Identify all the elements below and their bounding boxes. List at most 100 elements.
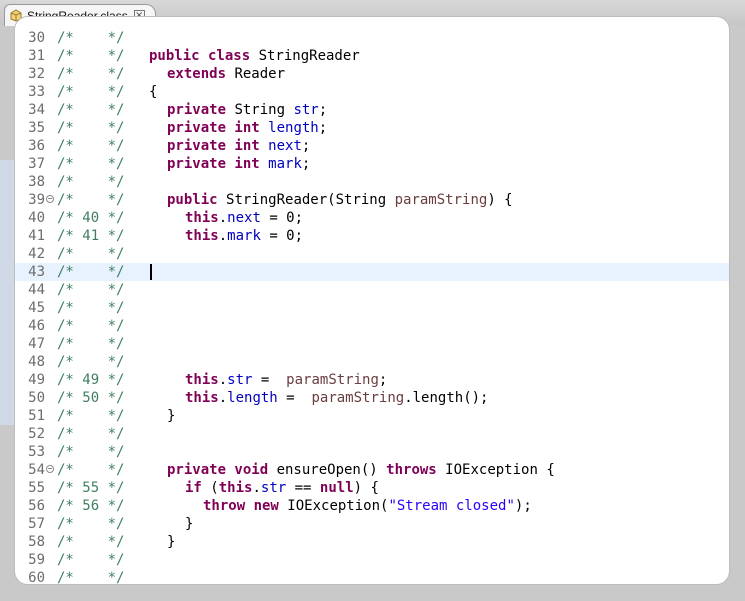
line-comment-marker: /* */ — [57, 300, 125, 316]
line-comment-marker: /* */ — [57, 174, 125, 190]
line-number: 31 — [28, 48, 45, 64]
line-comment-marker: /* */ — [57, 264, 125, 280]
code-line-46[interactable]: 46 /* */ — [15, 317, 729, 335]
line-number: 43 — [28, 264, 45, 280]
code-text: private int next; — [167, 138, 311, 154]
line-number: 53 — [28, 444, 45, 460]
line-comment-marker: /* */ — [57, 462, 125, 478]
line-comment-marker: /* */ — [57, 336, 125, 352]
line-comment-marker: /* */ — [57, 30, 125, 46]
code-text: this.str = paramString; — [185, 372, 388, 388]
code-line-40[interactable]: 40 /* 40 */ this.next = 0; — [15, 209, 729, 227]
code-line-39[interactable]: 39−/* */ public StringReader(String param… — [15, 191, 729, 209]
code-line-52[interactable]: 52 /* */ — [15, 425, 729, 443]
code-line-60[interactable]: 60 /* */ — [15, 569, 729, 585]
line-comment-marker: /* 49 */ — [57, 372, 125, 388]
code-line-47[interactable]: 47 /* */ — [15, 335, 729, 353]
code-text: } — [167, 408, 176, 424]
line-number: 60 — [28, 570, 45, 585]
code-line-30[interactable]: 30 /* */ — [15, 29, 729, 47]
code-line-32[interactable]: 32 /* */ extends Reader — [15, 65, 729, 83]
code-text: private void ensureOpen() throws IOExcep… — [167, 462, 555, 478]
line-number: 59 — [28, 552, 45, 568]
code-text: extends Reader — [167, 66, 286, 82]
line-number: 51 — [28, 408, 45, 424]
line-comment-marker: /* 55 */ — [57, 480, 125, 496]
code-line-38[interactable]: 38 /* */ — [15, 173, 729, 191]
line-number: 35 — [28, 120, 45, 136]
line-number: 42 — [28, 246, 45, 262]
fold-toggle-icon[interactable]: − — [46, 195, 54, 203]
code-line-57[interactable]: 57 /* */} — [15, 515, 729, 533]
code-line-55[interactable]: 55 /* 55 */ if (this.str == null) { — [15, 479, 729, 497]
code-text: throw new IOException("Stream closed"); — [203, 498, 532, 514]
code-text: private int length; — [167, 120, 328, 136]
code-line-37[interactable]: 37 /* */ private int mark; — [15, 155, 729, 173]
code-text: { — [149, 84, 158, 100]
line-number: 52 — [28, 426, 45, 442]
line-comment-marker: /* */ — [57, 408, 125, 424]
code-line-34[interactable]: 34 /* */ private String str; — [15, 101, 729, 119]
code-line-43[interactable]: 43 /* */ — [15, 263, 729, 281]
fold-toggle-icon[interactable]: − — [46, 465, 54, 473]
code-line-50[interactable]: 50 /* 50 */ this.length = paramString.leng… — [15, 389, 729, 407]
code-line-49[interactable]: 49 /* 49 */ this.str = paramString; — [15, 371, 729, 389]
code-text: private int mark; — [167, 156, 311, 172]
line-number: 45 — [28, 300, 45, 316]
line-number: 41 — [28, 228, 45, 244]
code-text: this.mark = 0; — [185, 228, 304, 244]
code-editor[interactable]: 30/* */31/* */public class StringReader 3… — [14, 16, 730, 585]
line-number: 55 — [28, 480, 45, 496]
code-text: this.length = paramString.length(); — [185, 390, 489, 406]
line-number: 30 — [28, 30, 45, 46]
line-number: 54 — [28, 462, 45, 478]
line-comment-marker: /* 50 */ — [57, 390, 125, 406]
code-line-58[interactable]: 58 /* */} — [15, 533, 729, 551]
line-number: 36 — [28, 138, 45, 154]
code-line-48[interactable]: 48 /* */ — [15, 353, 729, 371]
line-comment-marker: /* */ — [57, 192, 125, 208]
line-comment-marker: /* */ — [57, 156, 125, 172]
code-line-33[interactable]: 33 /* */ { — [15, 83, 729, 101]
editor-lines: 30/* */31/* */public class StringReader 3… — [15, 29, 729, 585]
line-comment-marker: /* */ — [57, 318, 125, 334]
code-line-59[interactable]: 59 /* */ — [15, 551, 729, 569]
line-comment-marker: /* 56 */ — [57, 498, 125, 514]
line-comment-marker: /* */ — [57, 534, 125, 550]
code-line-31[interactable]: 31 /* */ public class StringReader — [15, 47, 729, 65]
line-comment-marker: /* */ — [57, 48, 125, 64]
code-line-45[interactable]: 45 /* */ — [15, 299, 729, 317]
line-comment-marker: /* 40 */ — [57, 210, 125, 226]
line-number: 49 — [28, 372, 45, 388]
code-line-54[interactable]: 54−/* */ private void ensureOpen() throws… — [15, 461, 729, 479]
line-comment-marker: /* */ — [57, 246, 125, 262]
code-line-56[interactable]: 56 /* 56 */ throw new IOException("Stream … — [15, 497, 729, 515]
code-line-44[interactable]: 44 /* */ — [15, 281, 729, 299]
line-comment-marker: /* */ — [57, 66, 125, 82]
code-line-36[interactable]: 36 /* */ private int next; — [15, 137, 729, 155]
line-number: 33 — [28, 84, 45, 100]
line-number: 47 — [28, 336, 45, 352]
line-number: 56 — [28, 498, 45, 514]
code-text: public StringReader(String paramString) … — [167, 192, 513, 208]
line-comment-marker: /* */ — [57, 444, 125, 460]
code-text: } — [185, 516, 194, 532]
line-number: 50 — [28, 390, 45, 406]
line-comment-marker: /* */ — [57, 282, 125, 298]
line-number: 37 — [28, 156, 45, 172]
line-number: 46 — [28, 318, 45, 334]
line-number: 39 — [28, 192, 45, 208]
code-text: } — [167, 534, 176, 550]
code-line-42[interactable]: 42 /* */ — [15, 245, 729, 263]
line-number: 32 — [28, 66, 45, 82]
line-number: 58 — [28, 534, 45, 550]
text-caret — [150, 264, 152, 280]
code-line-51[interactable]: 51 /* */} — [15, 407, 729, 425]
line-number: 48 — [28, 354, 45, 370]
line-comment-marker: /* */ — [57, 570, 125, 585]
code-line-53[interactable]: 53 /* */ — [15, 443, 729, 461]
line-number: 40 — [28, 210, 45, 226]
code-line-35[interactable]: 35 /* */ private int length; — [15, 119, 729, 137]
line-comment-marker: /* */ — [57, 138, 125, 154]
code-line-41[interactable]: 41 /* 41 */ this.mark = 0; — [15, 227, 729, 245]
